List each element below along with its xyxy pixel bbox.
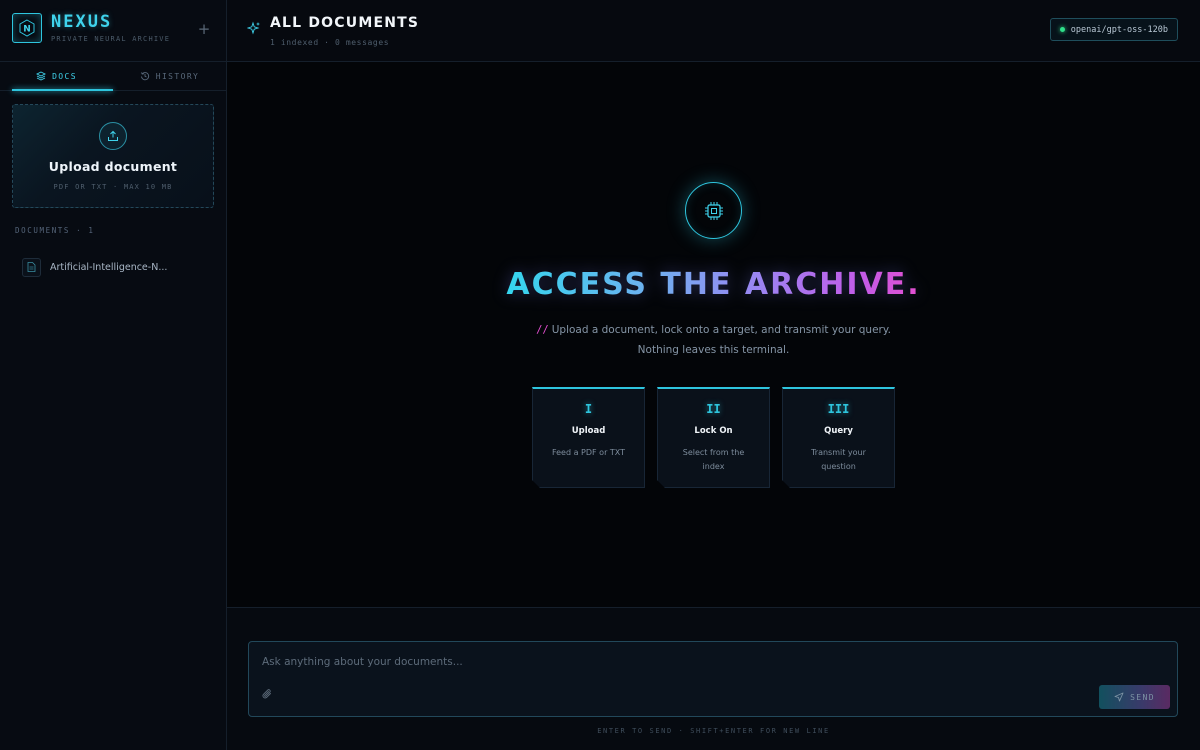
page-meta: 1 indexed · 0 messages (270, 37, 390, 47)
step-card-upload: I Upload Feed a PDF or TXT (532, 387, 645, 488)
step-title: Lock On (694, 426, 733, 436)
upload-document-dropzone[interactable]: Upload document PDF OR TXT · MAX 10 MB (12, 104, 214, 208)
step-description: Select from the index (682, 448, 745, 471)
hero-subtitle-line-1: //Upload a document, lock onto a target,… (536, 320, 891, 340)
top-title-group: ALL DOCUMENTS 1 indexed · 0 messages (270, 15, 419, 47)
main-panel: ALL DOCUMENTS 1 indexed · 0 messages ope… (227, 0, 1200, 750)
sparkle-icon (247, 21, 260, 34)
tab-docs-label: DOCS (52, 71, 77, 81)
hero-subtitle: //Upload a document, lock onto a target,… (536, 320, 891, 360)
step-number: II (706, 402, 721, 416)
empty-state: ACCESS THE ARCHIVE. //Upload a document,… (227, 62, 1200, 607)
tab-docs[interactable]: DOCS (0, 62, 113, 91)
sidebar: N NEXUS PRIVATE NEURAL ARCHIVE + DOCS HI… (0, 0, 227, 750)
composer-hint: ENTER TO SEND · SHIFT+ENTER FOR NEW LINE (597, 727, 830, 735)
model-selector[interactable]: openai/gpt-oss-120b (1049, 18, 1178, 41)
documents-section-label: DOCUMENTS · 1 (15, 226, 95, 235)
step-title: Query (824, 426, 853, 436)
document-name: Artificial-Intelligence-N... (50, 261, 168, 273)
step-card-lock-on: II Lock On Select from the index (657, 387, 770, 488)
send-icon (1114, 692, 1124, 702)
hero-subtitle-line-2: Nothing leaves this terminal. (637, 344, 790, 356)
history-icon (140, 72, 149, 81)
tab-history-label: HISTORY (155, 71, 200, 81)
status-dot-icon (1059, 27, 1065, 32)
nexus-logo-icon: N (12, 12, 42, 43)
send-button[interactable]: SEND (1099, 685, 1170, 709)
upload-title: Upload document (48, 159, 178, 174)
page-title: ALL DOCUMENTS (270, 14, 420, 31)
message-input[interactable] (262, 656, 862, 668)
brand-text: NEXUS PRIVATE NEURAL ARCHIVE (51, 13, 170, 43)
send-label: SEND (1130, 692, 1155, 702)
brand-subtitle: PRIVATE NEURAL ARCHIVE (51, 34, 171, 43)
step-card-query: III Query Transmit your question (782, 387, 895, 488)
upload-icon (99, 122, 127, 150)
file-icon (22, 257, 41, 277)
step-title: Upload (571, 426, 606, 436)
hero-title: ACCESS THE ARCHIVE. (506, 267, 921, 302)
attach-button[interactable] (262, 685, 273, 704)
paperclip-icon (262, 689, 271, 699)
step-number: III (827, 402, 850, 416)
logo-letter: N (23, 24, 31, 34)
composer-area: SEND ENTER TO SEND · SHIFT+ENTER FOR NEW… (227, 607, 1200, 750)
hero-subtitle-text-1: Upload a document, lock onto a target, a… (551, 324, 891, 336)
step-number: I (584, 402, 593, 416)
hero-subtitle-prefix: // (536, 324, 549, 336)
sidebar-tabs: DOCS HISTORY (0, 62, 226, 91)
tab-history[interactable]: HISTORY (113, 62, 226, 90)
step-description: Feed a PDF or TXT (551, 448, 626, 457)
document-list-item[interactable]: Artificial-Intelligence-N... (22, 257, 214, 277)
top-bar: ALL DOCUMENTS 1 indexed · 0 messages ope… (227, 0, 1200, 62)
composer-box: SEND (248, 641, 1178, 717)
app-root: N NEXUS PRIVATE NEURAL ARCHIVE + DOCS HI… (0, 0, 1200, 750)
upload-subtitle: PDF OR TXT · MAX 10 MB (53, 183, 173, 191)
brand-name: NEXUS (51, 11, 113, 32)
layers-icon (36, 71, 47, 81)
brand-header: N NEXUS PRIVATE NEURAL ARCHIVE + (0, 0, 226, 62)
steps-row: I Upload Feed a PDF or TXT II Lock On Se… (532, 387, 895, 488)
new-chat-button[interactable]: + (196, 20, 212, 38)
step-description: Transmit your question (811, 448, 866, 471)
chip-icon (685, 182, 742, 239)
model-name: openai/gpt-oss-120b (1070, 24, 1168, 35)
